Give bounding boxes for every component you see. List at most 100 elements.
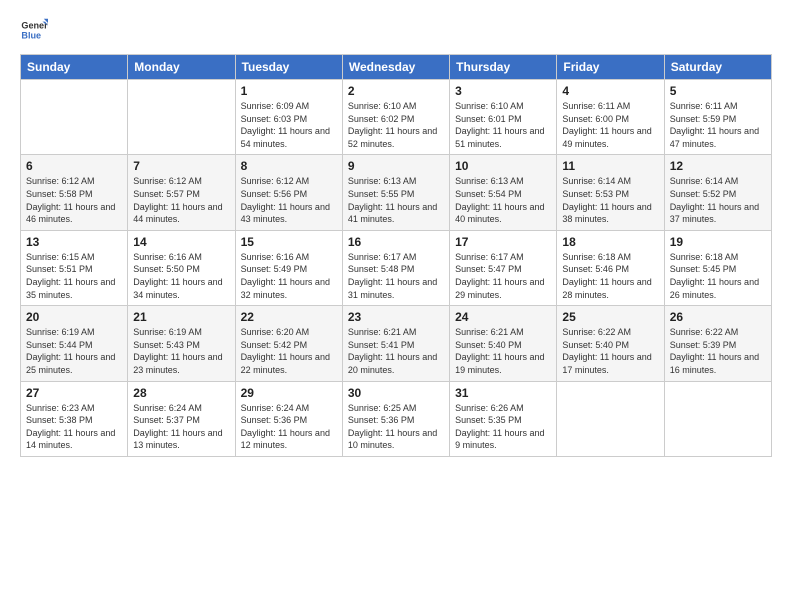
weekday-header-tuesday: Tuesday xyxy=(235,55,342,80)
calendar-cell xyxy=(128,80,235,155)
day-number: 18 xyxy=(562,235,658,249)
calendar-cell xyxy=(21,80,128,155)
week-row-4: 20 Sunrise: 6:19 AM Sunset: 5:44 PM Dayli… xyxy=(21,306,772,381)
day-number: 30 xyxy=(348,386,444,400)
calendar-cell: 29 Sunrise: 6:24 AM Sunset: 5:36 PM Dayli… xyxy=(235,381,342,456)
day-info: Sunrise: 6:18 AM Sunset: 5:45 PM Dayligh… xyxy=(670,251,766,301)
day-info: Sunrise: 6:10 AM Sunset: 6:02 PM Dayligh… xyxy=(348,100,444,150)
day-info: Sunrise: 6:20 AM Sunset: 5:42 PM Dayligh… xyxy=(241,326,337,376)
day-number: 29 xyxy=(241,386,337,400)
day-number: 11 xyxy=(562,159,658,173)
day-info: Sunrise: 6:15 AM Sunset: 5:51 PM Dayligh… xyxy=(26,251,122,301)
day-info: Sunrise: 6:24 AM Sunset: 5:36 PM Dayligh… xyxy=(241,402,337,452)
day-info: Sunrise: 6:22 AM Sunset: 5:39 PM Dayligh… xyxy=(670,326,766,376)
calendar-cell: 6 Sunrise: 6:12 AM Sunset: 5:58 PM Daylig… xyxy=(21,155,128,230)
calendar-cell: 9 Sunrise: 6:13 AM Sunset: 5:55 PM Daylig… xyxy=(342,155,449,230)
week-row-3: 13 Sunrise: 6:15 AM Sunset: 5:51 PM Dayli… xyxy=(21,230,772,305)
calendar-cell: 18 Sunrise: 6:18 AM Sunset: 5:46 PM Dayli… xyxy=(557,230,664,305)
day-number: 26 xyxy=(670,310,766,324)
svg-text:Blue: Blue xyxy=(21,30,41,40)
day-number: 2 xyxy=(348,84,444,98)
calendar-cell: 17Sunrise: 6:17 AM Sunset: 5:47 PM Dayli… xyxy=(450,230,557,305)
day-info: Sunrise: 6:23 AM Sunset: 5:38 PM Dayligh… xyxy=(26,402,122,452)
calendar-table: SundayMondayTuesdayWednesdayThursdayFrid… xyxy=(20,54,772,457)
day-info: Sunrise: 6:13 AM Sunset: 5:55 PM Dayligh… xyxy=(348,175,444,225)
day-info: Sunrise: 6:24 AM Sunset: 5:37 PM Dayligh… xyxy=(133,402,229,452)
calendar-cell: 16Sunrise: 6:17 AM Sunset: 5:48 PM Dayli… xyxy=(342,230,449,305)
day-number: 31 xyxy=(455,386,551,400)
week-row-1: 1Sunrise: 6:09 AM Sunset: 6:03 PM Daylig… xyxy=(21,80,772,155)
day-number: 25 xyxy=(562,310,658,324)
day-info: Sunrise: 6:09 AM Sunset: 6:03 PM Dayligh… xyxy=(241,100,337,150)
page: General Blue SundayMondayTuesdayWednesda… xyxy=(0,0,792,612)
calendar-cell: 14Sunrise: 6:16 AM Sunset: 5:50 PM Dayli… xyxy=(128,230,235,305)
day-number: 16 xyxy=(348,235,444,249)
day-info: Sunrise: 6:12 AM Sunset: 5:56 PM Dayligh… xyxy=(241,175,337,225)
day-info: Sunrise: 6:10 AM Sunset: 6:01 PM Dayligh… xyxy=(455,100,551,150)
day-info: Sunrise: 6:18 AM Sunset: 5:46 PM Dayligh… xyxy=(562,251,658,301)
calendar-cell: 28 Sunrise: 6:24 AM Sunset: 5:37 PM Dayli… xyxy=(128,381,235,456)
calendar-cell xyxy=(664,381,771,456)
day-number: 17 xyxy=(455,235,551,249)
day-number: 27 xyxy=(26,386,122,400)
calendar-cell: 5 Sunrise: 6:11 AM Sunset: 5:59 PM Daylig… xyxy=(664,80,771,155)
day-number: 22 xyxy=(241,310,337,324)
weekday-header-thursday: Thursday xyxy=(450,55,557,80)
day-info: Sunrise: 6:14 AM Sunset: 5:53 PM Dayligh… xyxy=(562,175,658,225)
day-info: Sunrise: 6:16 AM Sunset: 5:49 PM Dayligh… xyxy=(241,251,337,301)
day-info: Sunrise: 6:19 AM Sunset: 5:43 PM Dayligh… xyxy=(133,326,229,376)
day-number: 20 xyxy=(26,310,122,324)
calendar-cell: 27 Sunrise: 6:23 AM Sunset: 5:38 PM Dayli… xyxy=(21,381,128,456)
day-number: 10 xyxy=(455,159,551,173)
calendar-cell: 2 Sunrise: 6:10 AM Sunset: 6:02 PM Daylig… xyxy=(342,80,449,155)
calendar-cell: 13 Sunrise: 6:15 AM Sunset: 5:51 PM Dayli… xyxy=(21,230,128,305)
calendar-cell: 7 Sunrise: 6:12 AM Sunset: 5:57 PM Daylig… xyxy=(128,155,235,230)
day-number: 5 xyxy=(670,84,766,98)
day-number: 7 xyxy=(133,159,229,173)
calendar-cell: 3 Sunrise: 6:10 AM Sunset: 6:01 PM Daylig… xyxy=(450,80,557,155)
day-number: 6 xyxy=(26,159,122,173)
day-info: Sunrise: 6:19 AM Sunset: 5:44 PM Dayligh… xyxy=(26,326,122,376)
day-number: 8 xyxy=(241,159,337,173)
weekday-header-row: SundayMondayTuesdayWednesdayThursdayFrid… xyxy=(21,55,772,80)
calendar-cell: 22 Sunrise: 6:20 AM Sunset: 5:42 PM Dayli… xyxy=(235,306,342,381)
day-info: Sunrise: 6:11 AM Sunset: 6:00 PM Dayligh… xyxy=(562,100,658,150)
day-info: Sunrise: 6:25 AM Sunset: 5:36 PM Dayligh… xyxy=(348,402,444,452)
calendar-cell xyxy=(557,381,664,456)
day-info: Sunrise: 6:14 AM Sunset: 5:52 PM Dayligh… xyxy=(670,175,766,225)
day-number: 28 xyxy=(133,386,229,400)
day-number: 3 xyxy=(455,84,551,98)
calendar-cell: 12Sunrise: 6:14 AM Sunset: 5:52 PM Dayli… xyxy=(664,155,771,230)
week-row-2: 6 Sunrise: 6:12 AM Sunset: 5:58 PM Daylig… xyxy=(21,155,772,230)
day-number: 23 xyxy=(348,310,444,324)
weekday-header-wednesday: Wednesday xyxy=(342,55,449,80)
day-info: Sunrise: 6:13 AM Sunset: 5:54 PM Dayligh… xyxy=(455,175,551,225)
calendar-cell: 8 Sunrise: 6:12 AM Sunset: 5:56 PM Daylig… xyxy=(235,155,342,230)
weekday-header-friday: Friday xyxy=(557,55,664,80)
calendar-cell: 11 Sunrise: 6:14 AM Sunset: 5:53 PM Dayli… xyxy=(557,155,664,230)
weekday-header-saturday: Saturday xyxy=(664,55,771,80)
weekday-header-monday: Monday xyxy=(128,55,235,80)
day-info: Sunrise: 6:11 AM Sunset: 5:59 PM Dayligh… xyxy=(670,100,766,150)
calendar-cell: 15Sunrise: 6:16 AM Sunset: 5:49 PM Dayli… xyxy=(235,230,342,305)
calendar-cell: 4 Sunrise: 6:11 AM Sunset: 6:00 PM Daylig… xyxy=(557,80,664,155)
calendar-cell: 20 Sunrise: 6:19 AM Sunset: 5:44 PM Dayli… xyxy=(21,306,128,381)
day-info: Sunrise: 6:22 AM Sunset: 5:40 PM Dayligh… xyxy=(562,326,658,376)
day-info: Sunrise: 6:12 AM Sunset: 5:58 PM Dayligh… xyxy=(26,175,122,225)
day-info: Sunrise: 6:12 AM Sunset: 5:57 PM Dayligh… xyxy=(133,175,229,225)
logo-icon: General Blue xyxy=(20,16,48,44)
day-number: 21 xyxy=(133,310,229,324)
logo: General Blue xyxy=(20,16,48,44)
day-info: Sunrise: 6:26 AM Sunset: 5:35 PM Dayligh… xyxy=(455,402,551,452)
calendar-cell: 23Sunrise: 6:21 AM Sunset: 5:41 PM Dayli… xyxy=(342,306,449,381)
day-number: 13 xyxy=(26,235,122,249)
calendar-cell: 31 Sunrise: 6:26 AM Sunset: 5:35 PM Dayli… xyxy=(450,381,557,456)
calendar-cell: 19Sunrise: 6:18 AM Sunset: 5:45 PM Dayli… xyxy=(664,230,771,305)
calendar-cell: 26 Sunrise: 6:22 AM Sunset: 5:39 PM Dayli… xyxy=(664,306,771,381)
day-number: 9 xyxy=(348,159,444,173)
day-info: Sunrise: 6:16 AM Sunset: 5:50 PM Dayligh… xyxy=(133,251,229,301)
day-number: 4 xyxy=(562,84,658,98)
weekday-header-sunday: Sunday xyxy=(21,55,128,80)
calendar-cell: 24Sunrise: 6:21 AM Sunset: 5:40 PM Dayli… xyxy=(450,306,557,381)
day-number: 24 xyxy=(455,310,551,324)
